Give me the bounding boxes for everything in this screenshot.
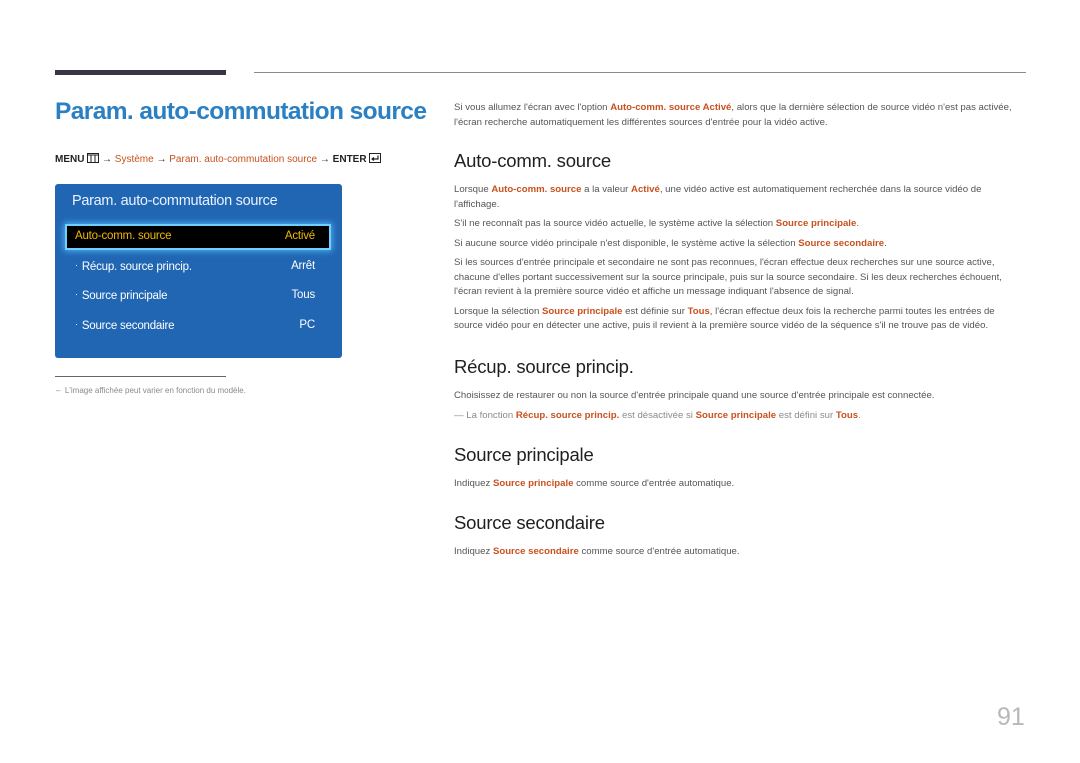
- highlight: Tous: [687, 305, 710, 317]
- footnote: – L'image affichée peut varier en foncti…: [56, 386, 246, 395]
- text: Lorsque: [454, 184, 492, 195]
- section-heading-auto-comm: Auto-comm. source: [454, 150, 611, 171]
- intro-paragraph: Si vous allumez l'écran avec l'option Au…: [454, 101, 1026, 130]
- bullet: ·: [75, 319, 78, 329]
- note: ― La fonction Récup. source princip. est…: [454, 409, 1026, 424]
- osd-item-label: Source secondaire: [81, 320, 175, 332]
- arrow: →: [102, 154, 113, 165]
- text: est désactivée si: [619, 409, 696, 421]
- footnote-rule: [55, 376, 226, 377]
- text: .: [858, 409, 861, 421]
- highlight: Tous: [835, 409, 859, 421]
- arrow: →: [319, 154, 330, 165]
- text: Si vous allumez l'écran avec l'option: [454, 102, 611, 113]
- highlight: Récup. source princip.: [515, 409, 620, 421]
- osd-title: Param. auto-commutation source: [72, 193, 278, 209]
- osd-item-value: Tous: [291, 289, 316, 301]
- paragraph: Indiquez Source principale comme source …: [454, 477, 1026, 492]
- highlight: Source principale: [695, 409, 777, 421]
- enter-label: ENTER: [332, 154, 367, 165]
- menu-path-param: Param. auto-commutation source: [169, 154, 318, 165]
- menu-label: MENU: [55, 154, 85, 165]
- page-number: 91: [997, 703, 1025, 731]
- enter-icon: [369, 153, 382, 166]
- paragraph: S'il ne reconnaît pas la source vidéo ac…: [454, 217, 1026, 232]
- text: La fonction: [463, 409, 516, 421]
- page-title: Param. auto-commutation source: [55, 98, 427, 125]
- text: est défini sur: [776, 409, 836, 421]
- arrow: →: [156, 154, 167, 165]
- header-accent-bar: [55, 70, 226, 75]
- text: comme source d'entrée automatique.: [578, 546, 740, 557]
- osd-item-label: Source principale: [81, 290, 168, 302]
- highlight: Source secondaire: [798, 237, 885, 249]
- highlight: Source principale: [542, 305, 623, 317]
- paragraph: Indiquez Source secondaire comme source …: [454, 545, 1026, 560]
- osd-item-value: PC: [299, 319, 315, 331]
- osd-menu-panel: Param. auto-commutation source Auto-comm…: [55, 184, 342, 358]
- text: .: [884, 237, 887, 249]
- highlight: Source secondaire: [492, 546, 579, 557]
- osd-item-label: Récup. source princip.: [81, 261, 192, 273]
- section-heading-secondaire: Source secondaire: [454, 512, 605, 533]
- paragraph: Lorsque Auto-comm. source a la valeur Ac…: [454, 183, 1026, 212]
- text: a la valeur: [581, 184, 632, 195]
- footnote-dash: –: [56, 386, 61, 395]
- menu-path-system: Système: [114, 154, 154, 165]
- text: Indiquez: [454, 546, 493, 557]
- section-body-auto-comm: Lorsque Auto-comm. source a la valeur Ac…: [454, 183, 1026, 334]
- osd-item-recup-source[interactable]: · Récup. source princip. Arrêt: [67, 256, 329, 278]
- section-body-secondaire: Indiquez Source secondaire comme source …: [454, 545, 1026, 560]
- section-heading-recup: Récup. source princip.: [454, 356, 634, 377]
- paragraph: Si aucune source vidéo principale n'est …: [454, 237, 1026, 252]
- bullet: ·: [75, 289, 78, 299]
- text: S'il ne reconnaît pas la source vidéo ac…: [454, 218, 776, 229]
- section-heading-principale: Source principale: [454, 444, 594, 465]
- text: Lorsque la sélection: [454, 305, 542, 317]
- bullet: ·: [75, 260, 78, 270]
- osd-item-value: Activé: [284, 230, 315, 242]
- paragraph: Lorsque la sélection Source principale e…: [454, 305, 1026, 334]
- highlight: Source principale: [775, 218, 857, 229]
- osd-item-auto-comm-source[interactable]: Auto-comm. source Activé: [67, 226, 329, 248]
- paragraph: Choisissez de restaurer ou non la source…: [454, 390, 935, 401]
- paragraph: Si les sources d'entrée principale et se…: [454, 257, 1002, 297]
- menu-path: MENU → Système → Param. auto-commutation…: [55, 153, 382, 166]
- highlight: Activé: [631, 184, 660, 195]
- menu-grid-icon: [87, 153, 100, 166]
- section-body-principale: Indiquez Source principale comme source …: [454, 477, 1026, 492]
- osd-item-label: Auto-comm. source: [75, 230, 172, 242]
- text: Si aucune source vidéo principale n'est …: [454, 237, 799, 249]
- footnote-text: L'image affichée peut varier en fonction…: [64, 386, 246, 395]
- highlight: Auto-comm. source Activé: [610, 102, 732, 113]
- highlight: Source principale: [492, 478, 574, 489]
- text: comme source d'entrée automatique.: [573, 478, 735, 489]
- section-body-recup: Choisissez de restaurer ou non la source…: [454, 389, 1026, 423]
- text: Indiquez: [454, 478, 493, 489]
- highlight: Auto-comm. source: [491, 184, 582, 195]
- osd-item-source-principale[interactable]: · Source principale Tous: [67, 285, 329, 307]
- note-dash: ―: [454, 409, 464, 421]
- osd-item-source-secondaire[interactable]: · Source secondaire PC: [67, 315, 329, 337]
- text: est définie sur: [622, 305, 688, 317]
- osd-item-value: Arrêt: [291, 260, 315, 272]
- text: .: [856, 218, 859, 229]
- header-rule: [254, 72, 1026, 73]
